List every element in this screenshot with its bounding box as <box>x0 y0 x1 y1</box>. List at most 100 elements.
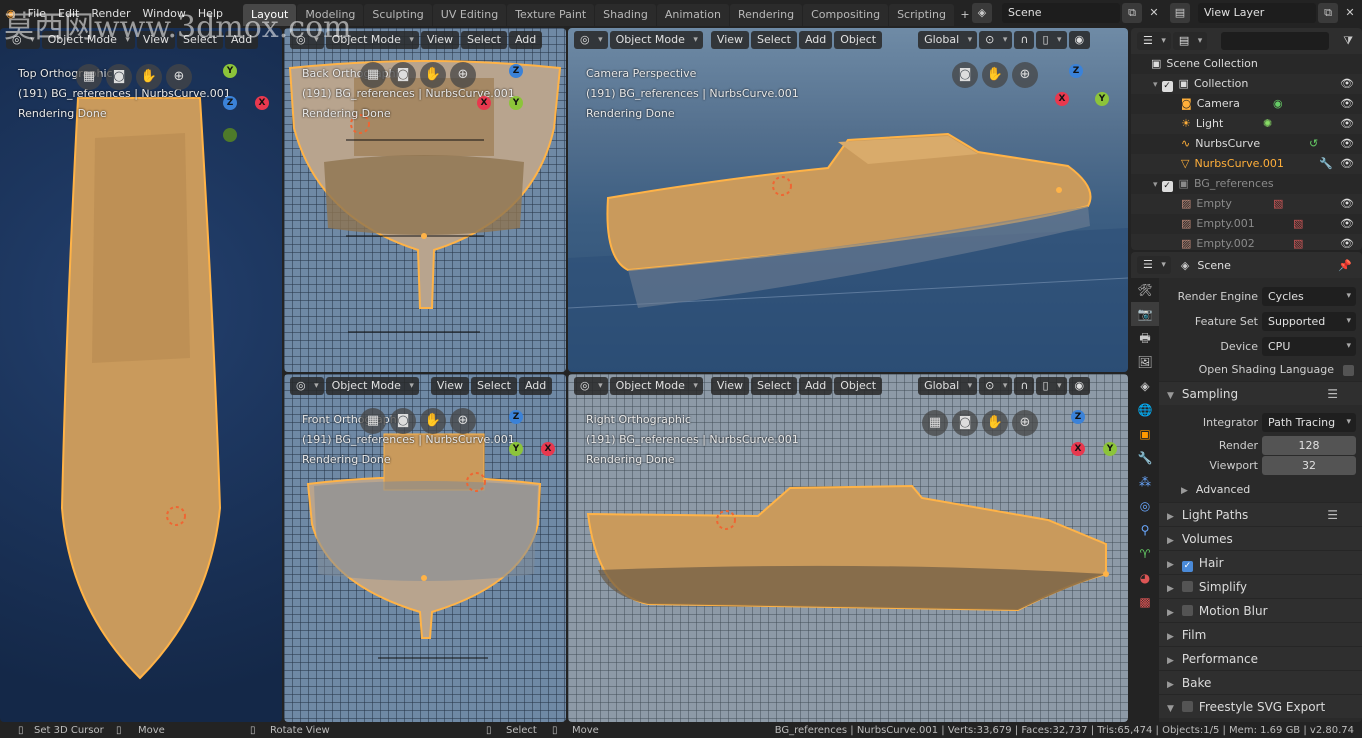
device-dropdown[interactable]: CPU <box>1262 337 1356 356</box>
viewport-top-orthographic[interactable]: ◎ Object Mode View Select Add Top Orthog… <box>0 28 282 722</box>
grid-icon[interactable]: ▦ <box>76 64 102 90</box>
eye-icon[interactable]: 👁 <box>1340 114 1354 134</box>
zoom-icon[interactable]: ⊕ <box>1012 410 1038 436</box>
eye-icon[interactable]: 👁 <box>1340 194 1354 214</box>
snap-magnet-icon[interactable]: ∩ <box>1014 377 1035 395</box>
menu-add[interactable]: Add <box>798 377 833 395</box>
mode-dropdown[interactable]: Object Mode <box>609 377 703 395</box>
gizmo-x-axis[interactable]: X <box>1055 92 1069 106</box>
zoom-icon[interactable]: ⊕ <box>450 62 476 88</box>
pan-hand-icon[interactable]: ✋ <box>136 64 162 90</box>
gizmo-z-axis[interactable]: Z <box>1071 410 1085 424</box>
grid-icon[interactable]: ▦ <box>360 408 386 434</box>
integrator-dropdown[interactable]: Path Tracing <box>1262 413 1356 432</box>
osl-checkbox[interactable] <box>1343 365 1354 376</box>
outliner-row-nurbscurve[interactable]: ∿ NurbsCurve ↺ 👁 <box>1131 134 1362 154</box>
world-tab-icon[interactable]: 🌐 <box>1131 398 1159 422</box>
film-panel-header[interactable]: ▶ Film <box>1159 622 1362 646</box>
pan-hand-icon[interactable]: ✋ <box>982 62 1008 88</box>
menu-select[interactable]: Select <box>461 31 507 49</box>
hair-panel-header[interactable]: ▶ ✓ Hair <box>1159 550 1362 574</box>
view-layer-tab-icon[interactable]: 🖼 <box>1131 350 1159 374</box>
outliner-row-camera[interactable]: ◙ Camera ◉ 👁 <box>1131 94 1362 114</box>
tab-rendering[interactable]: Rendering <box>729 4 803 26</box>
gizmo-z-axis[interactable]: Z <box>509 64 523 78</box>
delete-view-layer-icon[interactable]: ✕ <box>1340 3 1360 23</box>
outliner-row-scene-collection[interactable]: ▣ Scene Collection <box>1131 54 1362 74</box>
particles-tab-icon[interactable]: ⁂ <box>1131 470 1159 494</box>
delete-scene-icon[interactable]: ✕ <box>1144 3 1164 23</box>
viewport-front-orthographic[interactable]: ◎ Object Mode View Select Add Front Orth… <box>284 374 566 722</box>
mode-dropdown[interactable]: Object Mode <box>609 31 703 49</box>
zoom-icon[interactable]: ⊕ <box>166 64 192 90</box>
outliner-row-nurbscurve-001[interactable]: ▽ NurbsCurve.001 🔧 👁 <box>1131 154 1362 174</box>
gizmo-y-axis[interactable]: Y <box>1103 442 1117 456</box>
new-view-layer-icon[interactable]: ⧉ <box>1318 3 1338 23</box>
tab-compositing[interactable]: Compositing <box>803 4 889 26</box>
outliner-row-empty-002[interactable]: ▨ Empty.002 ▧ 👁 <box>1131 234 1362 250</box>
render-samples-field[interactable]: 128 <box>1262 436 1356 455</box>
proportional-edit-icon[interactable]: ◉ <box>1068 377 1091 395</box>
motion-blur-checkbox[interactable] <box>1181 605 1193 616</box>
tab-sculpting[interactable]: Sculpting <box>364 4 432 26</box>
tab-shading[interactable]: Shading <box>595 4 656 26</box>
viewport-camera-perspective[interactable]: ◎ Object Mode View Select Add Object Glo… <box>568 28 1128 372</box>
grid-icon[interactable]: ▦ <box>360 62 386 88</box>
camera-icon[interactable]: ◙ <box>952 410 978 436</box>
physics-tab-icon[interactable]: ◎ <box>1131 494 1159 518</box>
menu-object[interactable]: Object <box>834 377 883 395</box>
data-tab-icon[interactable]: ♈ <box>1131 542 1159 566</box>
pan-hand-icon[interactable]: ✋ <box>420 62 446 88</box>
gizmo-y-axis[interactable]: Y <box>223 64 237 78</box>
bake-panel-header[interactable]: ▶ Bake <box>1159 670 1362 694</box>
tab-texture-paint[interactable]: Texture Paint <box>507 4 595 26</box>
outliner-row-collection[interactable]: ▾ ✓ ▣ Collection 👁 <box>1131 74 1362 94</box>
boat-hull-top-view[interactable] <box>0 28 282 722</box>
proportional-edit-icon[interactable]: ◉ <box>1068 31 1091 49</box>
render-engine-dropdown[interactable]: Cycles <box>1262 287 1356 306</box>
motion-blur-panel-header[interactable]: ▶ Motion Blur <box>1159 598 1362 622</box>
outliner-row-light[interactable]: ☀ Light ✺ 👁 <box>1131 114 1362 134</box>
pivot-point-icon[interactable]: ⊙ <box>979 31 1013 49</box>
view-layer-icon[interactable]: ▤ <box>1170 3 1190 23</box>
menu-add[interactable]: Add <box>508 31 543 49</box>
menu-object[interactable]: Object <box>834 31 883 49</box>
filter-icon[interactable]: ⧩ <box>1343 34 1353 48</box>
gizmo-z-axis[interactable]: Z <box>1069 64 1083 78</box>
light-paths-panel-header[interactable]: ▶ Light Paths ☰ <box>1159 502 1362 526</box>
material-tab-icon[interactable]: ◕ <box>1131 566 1159 590</box>
gizmo-z-axis[interactable]: Z <box>223 96 237 110</box>
menu-view[interactable]: View <box>430 377 470 395</box>
editor-type-icon[interactable]: ☰ <box>1137 256 1171 274</box>
expand-arrow-icon[interactable]: ▾ <box>1153 80 1158 90</box>
tab-animation[interactable]: Animation <box>656 4 729 26</box>
gizmo-x-axis[interactable]: X <box>1071 442 1085 456</box>
transform-orientation-dropdown[interactable]: Global <box>918 377 978 395</box>
exclude-checkbox[interactable]: ✓ <box>1161 181 1173 192</box>
menu-select[interactable]: Select <box>751 377 797 395</box>
eye-icon[interactable]: 👁 <box>1340 214 1354 234</box>
expand-arrow-icon[interactable]: ▾ <box>1153 180 1158 190</box>
camera-icon[interactable]: ◙ <box>952 62 978 88</box>
gizmo-neg-y-axis[interactable] <box>223 128 237 142</box>
editor-type-icon[interactable]: ☰ <box>1137 32 1171 50</box>
render-tab-icon[interactable]: 📷 <box>1131 302 1159 326</box>
pivot-point-icon[interactable]: ⊙ <box>979 377 1013 395</box>
gizmo-y-axis[interactable]: Y <box>509 442 523 456</box>
object-tab-icon[interactable]: ▣ <box>1131 422 1159 446</box>
constraints-tab-icon[interactable]: ⚲ <box>1131 518 1159 542</box>
viewport-samples-field[interactable]: 32 <box>1262 456 1356 475</box>
menu-view[interactable]: View <box>710 377 750 395</box>
pan-hand-icon[interactable]: ✋ <box>420 408 446 434</box>
tool-tab-icon[interactable]: 🛠 <box>1131 278 1159 302</box>
presets-list-icon[interactable]: ☰ <box>1327 503 1338 527</box>
outliner-row-bg-references[interactable]: ▾ ✓ ▣ BG_references <box>1131 174 1362 194</box>
simplify-panel-header[interactable]: ▶ Simplify <box>1159 574 1362 598</box>
outliner-search-input[interactable] <box>1221 32 1330 50</box>
grid-icon[interactable]: ▦ <box>922 410 948 436</box>
viewport-back-orthographic[interactable]: ◎ Object Mode View Select Add Back Ortho… <box>284 28 566 372</box>
snap-target-icon[interactable]: ▯ <box>1036 377 1067 395</box>
sampling-panel-header[interactable]: ▼ Sampling ☰ <box>1159 381 1362 405</box>
simplify-checkbox[interactable] <box>1181 581 1193 592</box>
editor-type-icon[interactable]: ◎ <box>290 377 324 395</box>
